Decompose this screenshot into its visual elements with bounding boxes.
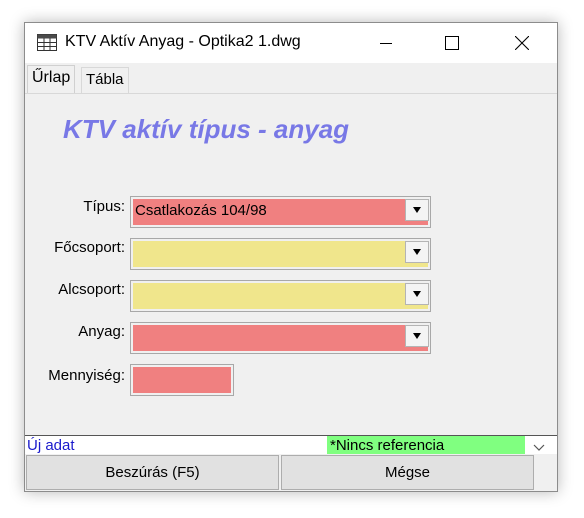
focsoport-dropdown-button[interactable] bbox=[405, 241, 429, 263]
form-panel: KTV aktív típus - anyag Típus: Csatlakoz… bbox=[25, 93, 557, 435]
anyag-dropdown-button[interactable] bbox=[405, 325, 429, 347]
minimize-button[interactable] bbox=[363, 23, 409, 63]
window-title: KTV Aktív Anyag - Optika2 1.dwg bbox=[65, 33, 301, 50]
tipus-dropdown-button[interactable] bbox=[405, 199, 429, 221]
maximize-button[interactable] bbox=[429, 23, 475, 63]
triangle-down-icon bbox=[413, 291, 421, 297]
status-bar: Új adat *Nincs referencia bbox=[25, 435, 557, 454]
alcsoport-combo-value bbox=[133, 283, 428, 309]
field-label-alcsoport: Alcsoport: bbox=[58, 281, 125, 298]
reference-status: *Nincs referencia bbox=[327, 436, 525, 454]
minimize-icon bbox=[380, 43, 392, 44]
alcsoport-combo[interactable] bbox=[130, 280, 431, 312]
field-label-mennyiseg: Mennyiség: bbox=[48, 367, 125, 384]
form-heading: KTV aktív típus - anyag bbox=[63, 114, 350, 144]
table-app-icon bbox=[37, 34, 57, 51]
field-label-anyag: Anyag: bbox=[78, 323, 125, 340]
field-label-tipus: Típus: bbox=[83, 198, 125, 215]
focsoport-combo-value bbox=[133, 241, 428, 267]
button-row: Beszúrás (F5) Mégse bbox=[25, 454, 557, 491]
triangle-down-icon bbox=[413, 207, 421, 213]
mennyiseg-input[interactable] bbox=[130, 364, 234, 396]
tipus-combo[interactable]: Csatlakozás 104/98 bbox=[130, 196, 431, 228]
triangle-down-icon bbox=[413, 333, 421, 339]
dialog-window: KTV Aktív Anyag - Optika2 1.dwg Űrlap Tá… bbox=[24, 22, 558, 492]
anyag-combo[interactable] bbox=[130, 322, 431, 354]
close-button[interactable] bbox=[499, 23, 545, 63]
tab-tabla[interactable]: Tábla bbox=[81, 67, 129, 93]
close-icon bbox=[515, 36, 529, 50]
tab-urlap[interactable]: Űrlap bbox=[27, 65, 76, 93]
tipus-combo-value: Csatlakozás 104/98 bbox=[133, 199, 428, 225]
maximize-icon bbox=[445, 36, 459, 50]
alcsoport-dropdown-button[interactable] bbox=[405, 283, 429, 305]
anyag-combo-value bbox=[133, 325, 428, 351]
mennyiseg-input-value bbox=[133, 367, 231, 393]
record-state-text: Új adat bbox=[27, 437, 75, 454]
cancel-button[interactable]: Mégse bbox=[281, 455, 534, 490]
focsoport-combo[interactable] bbox=[130, 238, 431, 270]
insert-button[interactable]: Beszúrás (F5) bbox=[26, 455, 279, 490]
triangle-down-icon bbox=[413, 249, 421, 255]
title-bar[interactable]: KTV Aktív Anyag - Optika2 1.dwg bbox=[25, 23, 557, 63]
tab-strip: Űrlap Tábla bbox=[25, 63, 557, 93]
chevron-down-icon[interactable] bbox=[533, 440, 545, 451]
field-label-focsoport: Főcsoport: bbox=[54, 239, 125, 256]
